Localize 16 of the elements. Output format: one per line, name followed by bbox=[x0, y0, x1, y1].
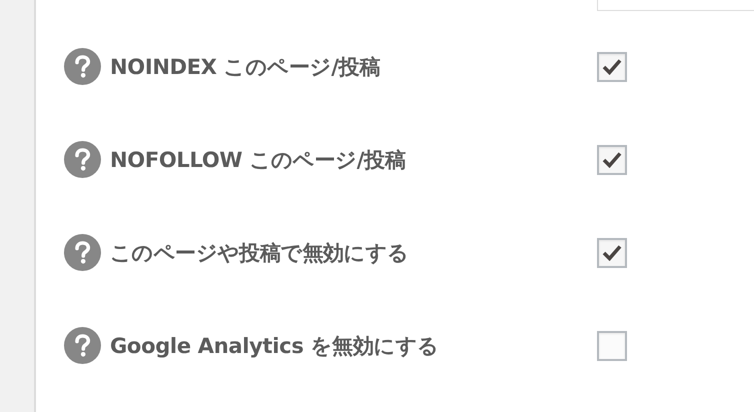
option-label: NOINDEX このページ/投稿 bbox=[110, 54, 380, 80]
checkbox[interactable] bbox=[597, 238, 627, 268]
help-icon[interactable] bbox=[64, 48, 101, 85]
checkbox[interactable] bbox=[597, 144, 627, 174]
checkbox[interactable] bbox=[597, 52, 627, 82]
help-icon[interactable] bbox=[64, 141, 101, 178]
option-label: このページや投稿で無効にする bbox=[110, 240, 409, 266]
help-icon[interactable] bbox=[64, 327, 101, 364]
input-field[interactable] bbox=[597, 0, 754, 11]
help-icon[interactable] bbox=[64, 234, 101, 271]
option-label: Google Analytics を無効にする bbox=[110, 332, 439, 360]
check-icon bbox=[602, 151, 622, 168]
option-label: NOFOLLOW このページ/投稿 bbox=[110, 146, 406, 174]
check-icon bbox=[602, 244, 622, 261]
check-icon bbox=[602, 58, 622, 75]
checkbox[interactable] bbox=[597, 330, 627, 360]
